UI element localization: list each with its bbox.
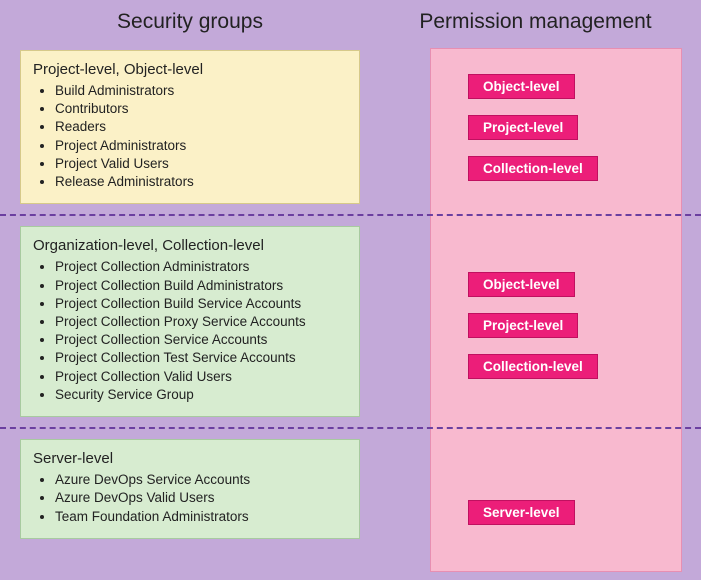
group-list-item: Release Administrators bbox=[55, 173, 347, 191]
group-list: Project Collection AdministratorsProject… bbox=[33, 258, 347, 404]
group-box-title: Project-level, Object-level bbox=[33, 61, 347, 78]
group-list-item: Project Collection Build Administrators bbox=[55, 277, 347, 295]
security-group-box: Project-level, Object-level Build Adminis… bbox=[20, 50, 360, 204]
section-row: Server-level Azure DevOps Service Account… bbox=[0, 429, 701, 549]
group-list-item: Readers bbox=[55, 118, 347, 136]
group-list-item: Azure DevOps Service Accounts bbox=[55, 471, 347, 489]
group-list-item: Project Valid Users bbox=[55, 155, 347, 173]
group-list-item: Project Collection Valid Users bbox=[55, 368, 347, 386]
section-row: Organization-level, Collection-level Proj… bbox=[0, 216, 701, 427]
group-list-item: Project Collection Build Service Account… bbox=[55, 295, 347, 313]
security-group-box: Server-level Azure DevOps Service Account… bbox=[20, 439, 360, 539]
group-list-item: Security Service Group bbox=[55, 386, 347, 404]
group-list-item: Contributors bbox=[55, 100, 347, 118]
group-box-title: Organization-level, Collection-level bbox=[33, 237, 347, 254]
section-divider bbox=[0, 427, 701, 429]
column-headers: Security groups Permission management bbox=[0, 0, 701, 40]
group-list-item: Build Administrators bbox=[55, 82, 347, 100]
section-divider bbox=[0, 214, 701, 216]
group-list: Azure DevOps Service AccountsAzure DevOp… bbox=[33, 471, 347, 526]
header-permission-management: Permission management bbox=[380, 10, 701, 34]
header-security-groups: Security groups bbox=[0, 10, 380, 34]
group-list-item: Project Collection Test Service Accounts bbox=[55, 349, 347, 367]
security-group-box: Organization-level, Collection-level Proj… bbox=[20, 226, 360, 417]
group-list-item: Azure DevOps Valid Users bbox=[55, 489, 347, 507]
group-list-item: Team Foundation Administrators bbox=[55, 508, 347, 526]
group-list-item: Project Collection Proxy Service Account… bbox=[55, 313, 347, 331]
group-box-title: Server-level bbox=[33, 450, 347, 467]
group-list-item: Project Collection Administrators bbox=[55, 258, 347, 276]
group-list-item: Project Collection Service Accounts bbox=[55, 331, 347, 349]
group-list: Build AdministratorsContributorsReadersP… bbox=[33, 82, 347, 191]
section-row: Project-level, Object-level Build Adminis… bbox=[0, 40, 701, 214]
group-list-item: Project Administrators bbox=[55, 137, 347, 155]
